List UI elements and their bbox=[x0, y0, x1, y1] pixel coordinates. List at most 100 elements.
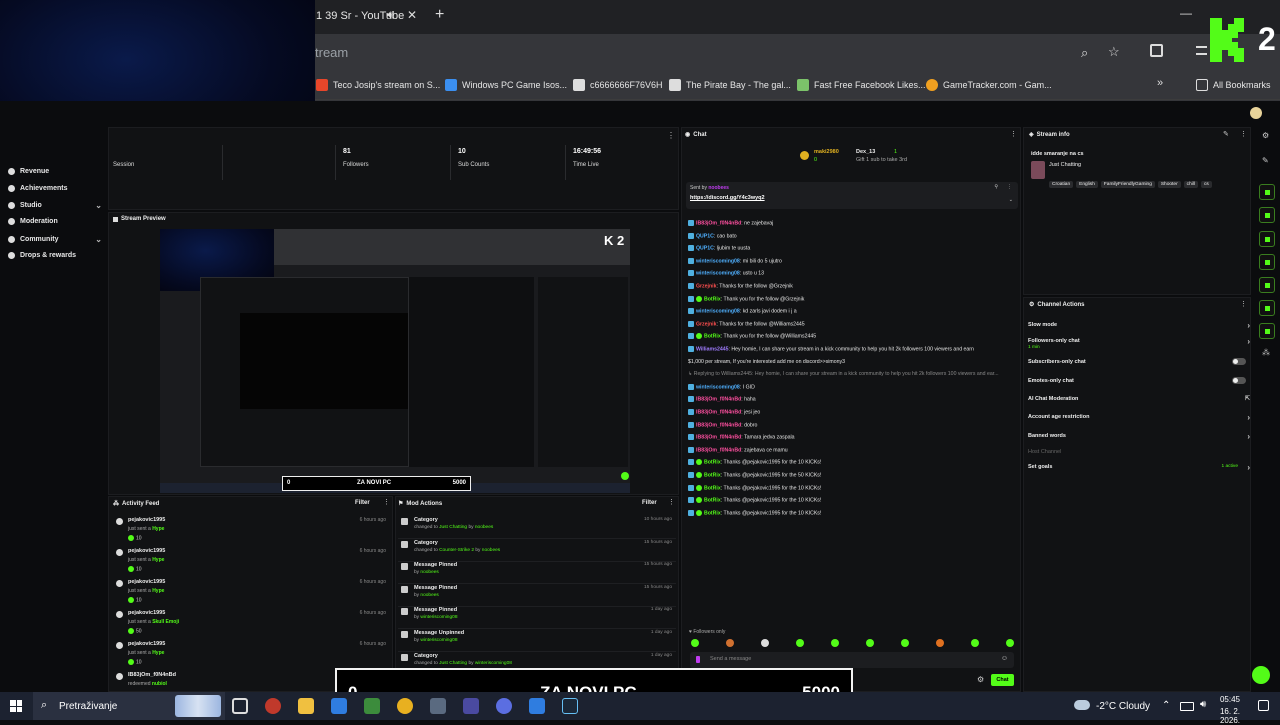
mod-action-item[interactable]: Message Pinned by noobees 15 hours ago bbox=[398, 562, 676, 585]
taskbar-app-icon[interactable] bbox=[430, 698, 446, 714]
taskbar-app-icon[interactable] bbox=[364, 698, 380, 714]
rail-button[interactable] bbox=[1259, 231, 1275, 247]
mod-action-item[interactable]: Message Pinned by noobees 15 hours ago bbox=[398, 585, 676, 607]
subscribers-only-toggle[interactable] bbox=[1232, 358, 1246, 365]
emote-icon[interactable] bbox=[761, 639, 769, 647]
chat-message[interactable]: winteriscoming08: mi bili do 5 ujutro bbox=[688, 257, 1013, 264]
new-tab-icon[interactable]: + bbox=[435, 6, 444, 24]
chat-message[interactable]: BotRix: Thanks @pejakovic1995 for the 10… bbox=[688, 497, 1013, 504]
emote-icon[interactable] bbox=[936, 639, 944, 647]
tag[interactable]: FamilyFriendlyGaming bbox=[1100, 181, 1155, 188]
chat-message[interactable]: lB83jOm_f0N4nBd: jesi jeo bbox=[688, 409, 1013, 415]
stats-menu-icon[interactable]: ⋮ bbox=[667, 131, 675, 140]
chat-username[interactable]: lB83jOm_f0N4nBd bbox=[696, 422, 741, 428]
rail-button[interactable] bbox=[1259, 277, 1275, 293]
activity-username[interactable]: pejakovic1995 bbox=[128, 610, 165, 616]
mod-action-item[interactable]: Category changed to Counter-Strike 2 by n… bbox=[398, 540, 676, 562]
chat-menu-icon[interactable]: ⋮ bbox=[1010, 130, 1017, 138]
chat-message[interactable]: lB83jOm_f0N4nBd: dobro bbox=[688, 421, 1013, 428]
tag[interactable]: Shooter bbox=[1157, 181, 1181, 188]
chat-message[interactable]: lB83jOm_f0N4nBd: Tamara jedva zaspala bbox=[688, 434, 1013, 441]
rail-button[interactable] bbox=[1259, 207, 1275, 223]
activity-item[interactable]: pejakovic1995 just sent a Hype 10 6 hours a… bbox=[116, 548, 388, 579]
chat-message[interactable]: lB83jOm_f0N4nBd: ne zajebavaj bbox=[688, 220, 1013, 226]
tag[interactable]: English bbox=[1076, 181, 1098, 188]
taskbar-app-icon[interactable] bbox=[529, 698, 545, 714]
sidebar-item-moderation[interactable]: Moderation bbox=[8, 218, 102, 225]
rail-edit-icon[interactable]: ✎ bbox=[1262, 156, 1269, 165]
emotes-only-action[interactable]: Emotes-only chat bbox=[1028, 377, 1250, 384]
host-channel-action[interactable]: Host Channel bbox=[1028, 449, 1250, 455]
chat-username[interactable]: winteriscoming08 bbox=[696, 384, 740, 390]
chat-message[interactable]: BotRix: Thanks @pejakovic1995 for the 10… bbox=[688, 459, 1013, 466]
task-view-icon[interactable] bbox=[232, 698, 248, 714]
chat-username[interactable]: Grzejnik bbox=[696, 283, 716, 289]
emote-icon[interactable] bbox=[831, 639, 839, 647]
chat-message[interactable]: QUP1C: ljubim te uusta bbox=[688, 245, 1013, 252]
chevron-down-icon[interactable]: ⌄ bbox=[1009, 197, 1013, 203]
bookmark-item[interactable]: The Pirate Bay - The gal... bbox=[669, 79, 791, 91]
weather-text[interactable]: -2°C Cloudy bbox=[1096, 701, 1150, 712]
pinned-message[interactable]: Sent by noobees https://discord.gg/Y4c3w… bbox=[686, 182, 1018, 209]
activity-filter-button[interactable]: Filter bbox=[355, 500, 370, 506]
subscribers-only-action[interactable]: Subscribers-only chat bbox=[1028, 358, 1250, 365]
chat-username[interactable]: lB83jOm_f0N4nBd bbox=[696, 447, 741, 453]
chat-message[interactable]: BotRix: Thank you for the follow @Grzejn… bbox=[688, 295, 1013, 302]
chat-username[interactable]: BotRix bbox=[704, 334, 721, 340]
notifications-icon[interactable] bbox=[1258, 700, 1269, 711]
tab-audio-icon[interactable]: 🔊︎ bbox=[387, 9, 394, 22]
chat-settings-icon[interactable]: ⚙ bbox=[977, 675, 984, 684]
chat-username[interactable]: lB83jOm_f0N4nBd bbox=[696, 409, 741, 415]
clock[interactable]: 05:45 16. 2. 2026. bbox=[1203, 695, 1251, 725]
rail-button[interactable] bbox=[1259, 254, 1275, 270]
mod-actions-filter-button[interactable]: Filter bbox=[642, 500, 657, 506]
slow-mode-action[interactable]: Slow mode › bbox=[1028, 321, 1250, 330]
chat-username[interactable]: QUP1C bbox=[696, 233, 714, 239]
banned-words-action[interactable]: Banned words › bbox=[1028, 432, 1250, 441]
mod-action-item[interactable]: Message Unpinned by winteriscoming08 1 da… bbox=[398, 630, 676, 652]
extensions-icon[interactable] bbox=[1150, 44, 1163, 57]
edit-icon[interactable]: ✎ bbox=[1223, 130, 1229, 138]
address-bar[interactable]: tream bbox=[315, 45, 348, 60]
activity-menu-icon[interactable]: ⋮ bbox=[383, 498, 390, 506]
sidebar-item-studio[interactable]: Studio ⌄ bbox=[8, 201, 102, 210]
activity-item[interactable]: pejakovic1995 just sent a Skull Emoji 50 6 … bbox=[116, 610, 388, 641]
rail-settings-icon[interactable]: ⚙ bbox=[1262, 131, 1269, 140]
account-age-action[interactable]: Account age restriction › bbox=[1028, 413, 1250, 422]
chat-username[interactable]: lB83jOm_f0N4nBd bbox=[696, 435, 741, 441]
bookmark-star-icon[interactable]: ☆ bbox=[1108, 44, 1120, 60]
chat-message[interactable]: BotRix: Thanks @pejakovic1995 for the 50… bbox=[688, 472, 1013, 478]
user-avatar[interactable] bbox=[1250, 107, 1262, 119]
activity-username[interactable]: lB83jOm_f0N4nBd bbox=[128, 672, 176, 678]
emote-icon[interactable] bbox=[726, 639, 734, 647]
bookmark-item[interactable]: c6666666F76V6H bbox=[573, 79, 663, 91]
ai-moderation-action[interactable]: AI Chat Moderation ⇱ bbox=[1028, 396, 1250, 402]
sidebar-item-achievements[interactable]: Achievements bbox=[8, 185, 102, 192]
chat-input[interactable]: Send a message ☺ bbox=[690, 652, 1014, 668]
tag[interactable]: Croatian bbox=[1049, 181, 1074, 188]
tag[interactable]: chill bbox=[1183, 181, 1198, 188]
chat-message[interactable]: BotRix: Thank you for the follow @Willia… bbox=[688, 333, 1013, 340]
steam-icon[interactable] bbox=[562, 698, 578, 714]
stream-preview-video[interactable]: K 2 bbox=[160, 229, 630, 493]
chat-username[interactable]: Williams2445 bbox=[696, 346, 729, 352]
chat-message[interactable]: lB83jOm_f0N4nBd: zajebava ce mamu bbox=[688, 446, 1013, 453]
chat-username[interactable]: QUP1C bbox=[696, 246, 714, 252]
taskbar-app-icon[interactable] bbox=[331, 698, 347, 714]
emote-icon[interactable] bbox=[1006, 639, 1014, 647]
taskbar-app-icon[interactable] bbox=[265, 698, 281, 714]
followers-only-action[interactable]: Followers-only chat 1 min › bbox=[1028, 337, 1250, 350]
bookmark-item[interactable]: Fast Free Facebook Likes... bbox=[797, 79, 926, 91]
chat-message[interactable]: lB83jOm_f0N4nBd: haha bbox=[688, 396, 1013, 403]
chat-username[interactable]: BotRix bbox=[704, 460, 721, 466]
chat-username[interactable]: winteriscoming08 bbox=[696, 271, 740, 277]
tab-close-icon[interactable]: ✕ bbox=[407, 8, 417, 22]
channel-actions-menu-icon[interactable]: ⋮ bbox=[1240, 300, 1247, 308]
sidebar-item-revenue[interactable]: Revenue bbox=[8, 168, 102, 175]
chat-username[interactable]: winteriscoming08 bbox=[696, 258, 740, 264]
help-chat-bubble[interactable] bbox=[1252, 666, 1270, 684]
chat-send-button[interactable]: Chat bbox=[991, 674, 1014, 686]
pinned-menu-icon[interactable]: ⋮ bbox=[1007, 184, 1012, 190]
set-goals-action[interactable]: Set goals 1 active › bbox=[1028, 463, 1250, 472]
activity-item[interactable]: pejakovic1995 just sent a Hype 10 6 hours a… bbox=[116, 517, 388, 548]
